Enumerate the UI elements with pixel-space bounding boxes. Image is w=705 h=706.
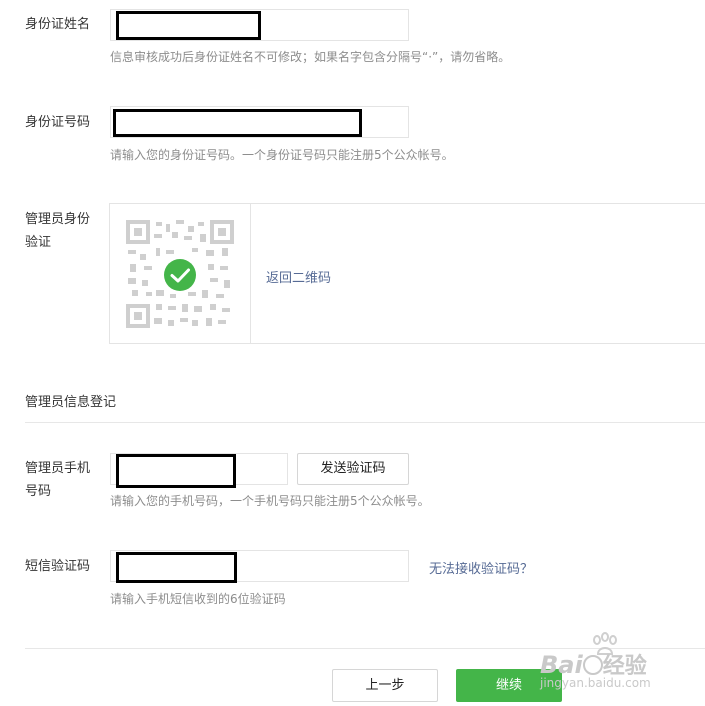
id-name-input[interactable] — [110, 9, 409, 41]
watermark-brand: Bai — [540, 651, 583, 679]
admin-verify-label-line1: 管理员身份 — [25, 212, 91, 227]
sms-code-hint: 请输入手机短信收到的6位验证码 — [110, 592, 286, 606]
redaction-box — [116, 552, 237, 583]
section-divider — [25, 422, 705, 423]
admin-phone-label-line1: 管理员手机 — [25, 461, 91, 476]
panel-divider — [250, 204, 251, 343]
id-number-label: 身份证号码 — [25, 115, 91, 130]
id-name-label: 身份证姓名 — [25, 17, 91, 32]
watermark-url: jingyan.baidu.com — [540, 676, 651, 690]
check-success-icon — [164, 259, 196, 291]
id-number-input[interactable] — [110, 106, 409, 138]
admin-phone-input[interactable] — [110, 453, 288, 488]
redaction-box — [116, 454, 236, 488]
id-number-hint: 请输入您的身份证号码。一个身份证号码只能注册5个公众帐号。 — [110, 148, 454, 162]
sms-code-input[interactable] — [110, 550, 409, 583]
id-name-hint: 信息审核成功后身份证姓名不可修改；如果名字包含分隔号“·”，请勿省略。 — [110, 50, 511, 64]
admin-verify-label-line2: 验证 — [25, 235, 52, 250]
paw-mark-icon — [582, 655, 603, 675]
section-title: 管理员信息登记 — [25, 395, 117, 410]
redaction-box — [113, 109, 362, 137]
baidu-jingyan-watermark: Bai 经验 jingyan.baidu.com — [540, 632, 705, 706]
redaction-box — [116, 11, 261, 40]
send-code-button[interactable]: 发送验证码 — [297, 453, 409, 485]
sms-code-label: 短信验证码 — [25, 559, 91, 574]
prev-step-button[interactable]: 上一步 — [332, 669, 438, 702]
admin-phone-label: 管理员手机 号码 — [25, 457, 90, 503]
admin-phone-hint: 请输入您的手机号码，一个手机号码只能注册5个公众帐号。 — [110, 494, 430, 508]
admin-verify-panel: 返回二维码 — [109, 203, 705, 344]
cannot-receive-code-link[interactable]: 无法接收验证码？ — [429, 558, 533, 577]
admin-phone-label-line2: 号码 — [25, 484, 52, 499]
return-qr-link[interactable]: 返回二维码 — [266, 267, 331, 286]
admin-verify-label: 管理员身份 验证 — [25, 208, 90, 254]
